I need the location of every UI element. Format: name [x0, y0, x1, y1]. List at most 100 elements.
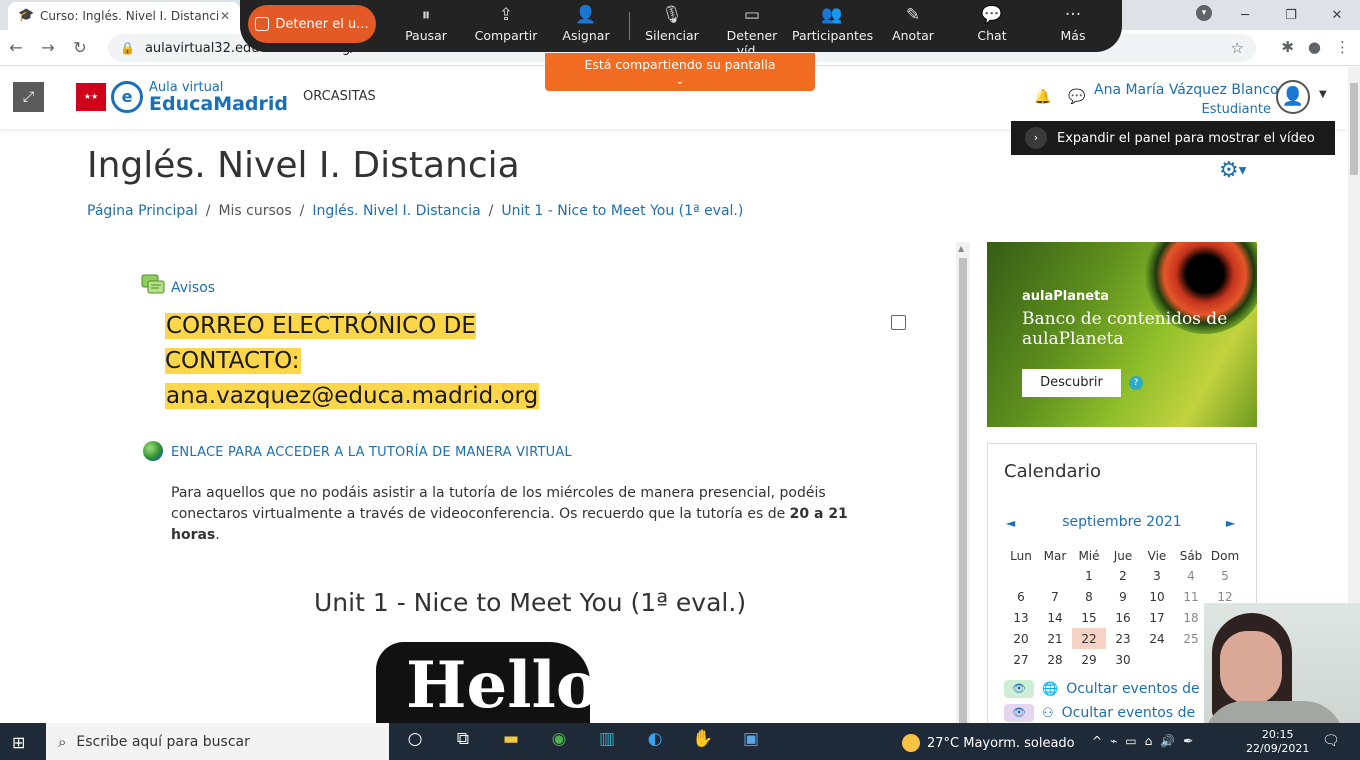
course-settings-button[interactable]: ⚙▼: [1219, 158, 1246, 183]
notifications-icon[interactable]: 🗨: [1322, 733, 1340, 749]
calendar-day[interactable]: 16: [1106, 607, 1140, 628]
virtual-tutoring-link[interactable]: ENLACE PARA ACCEDER A LA TUTORÍA DE MANE…: [171, 445, 572, 460]
close-window-icon[interactable]: ✕: [1314, 8, 1360, 23]
windows-start-icon[interactable]: ⊞: [12, 733, 25, 752]
calendar-day[interactable]: 18: [1174, 607, 1208, 628]
calendar-day[interactable]: 20: [1004, 628, 1038, 649]
zoom-mute-button[interactable]: 🎙 Silenciar: [632, 4, 712, 43]
weather-widget[interactable]: 27°C Mayorm. soleado: [902, 734, 1075, 752]
app-icon[interactable]: ▥: [592, 729, 622, 749]
content-scrollbar-thumb[interactable]: [959, 258, 967, 723]
user-menu-caret-icon[interactable]: ▼: [1319, 89, 1327, 100]
completion-checkbox[interactable]: [891, 315, 906, 330]
paw-app-icon[interactable]: ✋: [688, 729, 718, 749]
calendar-day[interactable]: 24: [1140, 628, 1174, 649]
hide-group-events-link[interactable]: 👁 ⚇ Ocultar eventos de: [1004, 704, 1195, 722]
calendar-day[interactable]: 23: [1106, 628, 1140, 649]
calendar-month-link[interactable]: septiembre 2021: [988, 514, 1256, 530]
bookmark-star-icon[interactable]: ☆: [1231, 39, 1244, 57]
back-icon[interactable]: ←: [0, 38, 32, 57]
breadcrumb-home[interactable]: Página Principal: [87, 203, 198, 219]
photos-icon[interactable]: ▣: [736, 729, 766, 749]
messages-icon[interactable]: 💬: [1068, 89, 1085, 105]
calendar-day[interactable]: 17: [1140, 607, 1174, 628]
calendar-day[interactable]: 29: [1072, 649, 1106, 670]
help-icon[interactable]: ?: [1129, 376, 1143, 390]
user-name[interactable]: Ana María Vázquez Blanco: [1094, 82, 1279, 98]
avisos-forum-link[interactable]: Avisos: [171, 280, 215, 296]
pen-icon[interactable]: ✒: [1183, 734, 1193, 748]
calendar-day[interactable]: 9: [1106, 586, 1140, 607]
calendar-day[interactable]: 28: [1038, 649, 1072, 670]
breadcrumb-unit[interactable]: Unit 1 - Nice to Meet You (1ª eval.): [501, 203, 743, 219]
aulaplaneta-banner[interactable]: aulaPlaneta Banco de contenidos de aulaP…: [987, 242, 1257, 427]
calendar-day[interactable]: 11: [1174, 586, 1208, 607]
discover-button[interactable]: Descubrir: [1022, 369, 1121, 397]
calendar-day[interactable]: 15: [1072, 607, 1106, 628]
zoom-stop-video-button[interactable]: ▭ Detener víd...: [712, 4, 792, 58]
webcam-video-thumbnail[interactable]: [1204, 603, 1360, 723]
calendar-day[interactable]: 30: [1106, 649, 1140, 670]
volume-icon[interactable]: 🔊: [1160, 734, 1175, 748]
profile-icon[interactable]: ●: [1308, 38, 1321, 56]
zoom-pause-button[interactable]: ⏸ Pausar: [386, 4, 466, 43]
taskbar-search-box[interactable]: ⌕ Escribe aquí para buscar: [46, 723, 389, 760]
educamadrid-logo-icon[interactable]: e: [111, 81, 143, 113]
restore-icon[interactable]: ❐: [1268, 8, 1314, 23]
zoom-annotate-button[interactable]: ✎ Anotar: [873, 4, 953, 43]
content-scrollbar[interactable]: ▲: [956, 242, 970, 723]
chevron-up-icon[interactable]: ^: [1092, 734, 1102, 748]
tab-search-icon[interactable]: ▾: [1196, 5, 1212, 21]
extensions-icon[interactable]: ✱: [1281, 38, 1294, 56]
calendar-day[interactable]: 25: [1174, 628, 1208, 649]
calendar-day[interactable]: 4: [1174, 565, 1208, 586]
battery-icon[interactable]: ▭: [1125, 734, 1136, 748]
calendar-day[interactable]: 27: [1004, 649, 1038, 670]
zoom-chat-button[interactable]: 💬 Chat: [952, 4, 1032, 43]
notifications-bell-icon[interactable]: 🔔: [1034, 89, 1051, 105]
chevron-right-icon[interactable]: ›: [1025, 127, 1047, 149]
previous-month-icon[interactable]: ◄: [1006, 516, 1015, 530]
calendar-day[interactable]: 6: [1004, 586, 1038, 607]
screen-sharing-banner[interactable]: Está compartiendo su pantalla ⌄: [545, 53, 815, 91]
expand-video-panel-tooltip[interactable]: › Expandir el panel para mostrar el víde…: [1011, 121, 1335, 155]
edge-icon[interactable]: ◐: [640, 729, 670, 749]
tab-close-icon[interactable]: ✕: [220, 9, 230, 23]
zoom-assign-button[interactable]: 👤 Asignar: [546, 4, 626, 43]
hide-site-events-link[interactable]: 👁 🌐 Ocultar eventos de s: [1004, 680, 1211, 698]
site-name-link[interactable]: ORCASITAS: [303, 89, 376, 104]
calendar-day[interactable]: 8: [1072, 586, 1106, 607]
calendar-day[interactable]: 7: [1038, 586, 1072, 607]
calendar-day[interactable]: 2: [1106, 565, 1140, 586]
calendar-day[interactable]: 21: [1038, 628, 1072, 649]
stop-share-button[interactable]: Detener el u...: [248, 5, 376, 43]
minimize-icon[interactable]: ─: [1222, 8, 1268, 23]
taskbar-clock[interactable]: 20:15 22/09/2021: [1246, 728, 1309, 756]
usb-icon[interactable]: ⌁: [1110, 734, 1117, 748]
next-month-icon[interactable]: ►: [1226, 516, 1235, 530]
network-icon[interactable]: ⌂: [1145, 734, 1153, 748]
calendar-day[interactable]: 1: [1072, 565, 1106, 586]
cortana-icon[interactable]: ○: [400, 729, 430, 749]
expand-drawer-icon[interactable]: ⤢: [13, 82, 44, 112]
scroll-up-icon[interactable]: ▲: [958, 244, 964, 253]
chrome-icon[interactable]: ◉: [544, 729, 574, 749]
zoom-participants-button[interactable]: 👥 Participantes: [792, 4, 873, 43]
task-view-icon[interactable]: ⧉: [448, 729, 478, 749]
zoom-more-button[interactable]: ··· Más: [1033, 4, 1113, 43]
calendar-day[interactable]: 5: [1208, 565, 1242, 586]
logo-title[interactable]: EducaMadrid: [149, 93, 288, 115]
calendar-day[interactable]: 3: [1140, 565, 1174, 586]
file-explorer-icon[interactable]: ▬: [496, 729, 526, 749]
calendar-day[interactable]: 22: [1072, 628, 1106, 649]
calendar-day[interactable]: 10: [1140, 586, 1174, 607]
browser-menu-icon[interactable]: ⋮: [1335, 38, 1350, 56]
reload-icon[interactable]: ↻: [64, 38, 96, 57]
forward-icon[interactable]: →: [32, 38, 64, 57]
chevron-down-icon[interactable]: ⌄: [545, 77, 815, 87]
page-scrollbar-thumb[interactable]: [1350, 83, 1358, 175]
zoom-share-button[interactable]: ⇪ Compartir: [466, 4, 546, 43]
calendar-day[interactable]: 14: [1038, 607, 1072, 628]
breadcrumb-course[interactable]: Inglés. Nivel I. Distancia: [312, 203, 480, 219]
calendar-day[interactable]: 13: [1004, 607, 1038, 628]
